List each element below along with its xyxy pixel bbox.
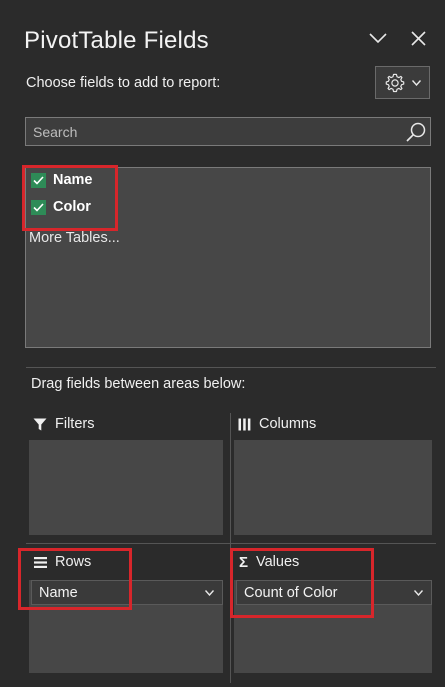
filters-label: Filters <box>55 416 95 432</box>
filters-drop-zone[interactable] <box>29 440 223 535</box>
area-horizontal-separator <box>26 543 436 544</box>
search-input[interactable] <box>26 118 396 145</box>
panel-title: PivotTable Fields <box>24 27 209 54</box>
chevron-down-icon[interactable] <box>205 589 214 596</box>
dropdown-arrow-icon <box>412 79 421 86</box>
more-tables-link[interactable]: More Tables... <box>29 230 120 246</box>
tools-button[interactable] <box>375 66 430 99</box>
highlight-values <box>230 548 374 618</box>
search-box <box>25 117 431 146</box>
chevron-down-icon[interactable] <box>366 28 390 48</box>
columns-drop-zone[interactable] <box>234 440 432 535</box>
chevron-down-icon[interactable] <box>414 589 423 596</box>
columns-area-header: Columns <box>238 416 316 432</box>
highlight-fields <box>22 165 118 231</box>
search-icon[interactable] <box>405 121 427 143</box>
filters-area-header: Filters <box>33 416 94 432</box>
filter-icon <box>33 418 47 431</box>
columns-icon <box>238 418 251 431</box>
gear-icon <box>384 72 406 94</box>
choose-fields-label: Choose fields to add to report: <box>26 75 221 91</box>
section-divider <box>26 367 436 368</box>
highlight-rows <box>18 548 132 610</box>
columns-label: Columns <box>259 416 317 432</box>
drag-fields-label: Drag fields between areas below: <box>31 376 246 392</box>
close-icon[interactable] <box>406 27 430 49</box>
